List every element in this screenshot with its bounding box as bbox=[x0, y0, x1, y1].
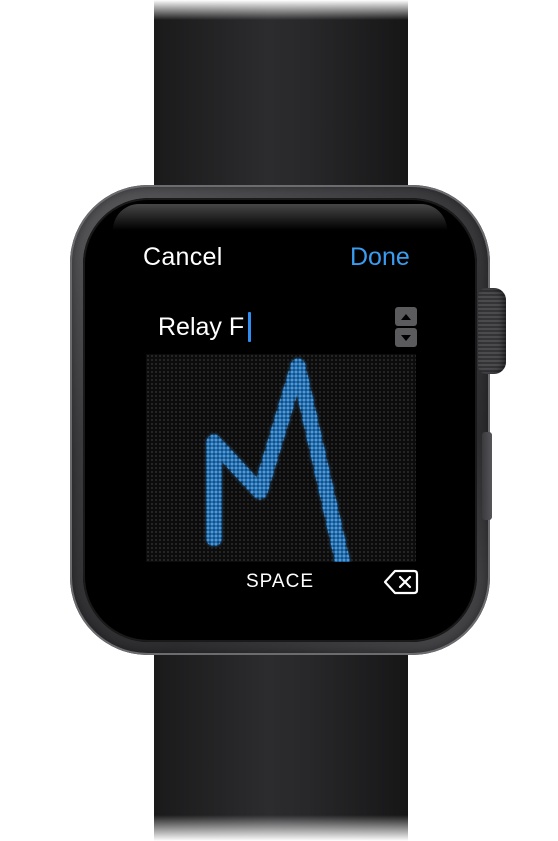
digital-crown[interactable] bbox=[478, 288, 506, 374]
backspace-icon bbox=[383, 569, 419, 595]
stepper-up-button[interactable] bbox=[395, 307, 417, 326]
suggestion-stepper[interactable] bbox=[395, 307, 417, 347]
handwritten-m-stroke bbox=[206, 358, 351, 562]
delete-button[interactable] bbox=[383, 568, 419, 596]
space-button[interactable]: SPACE bbox=[246, 571, 314, 593]
chevron-up-icon bbox=[401, 313, 411, 320]
side-button[interactable] bbox=[482, 432, 492, 520]
done-button[interactable]: Done bbox=[350, 243, 410, 272]
text-cursor bbox=[248, 312, 252, 342]
text-input[interactable]: Relay F bbox=[158, 310, 252, 344]
stepper-down-button[interactable] bbox=[395, 328, 417, 347]
cancel-button[interactable]: Cancel bbox=[143, 243, 223, 272]
watch-band-bottom bbox=[154, 628, 408, 841]
scribble-canvas[interactable] bbox=[146, 354, 416, 562]
chevron-down-icon bbox=[401, 334, 411, 341]
text-input-value: Relay F bbox=[158, 312, 245, 341]
